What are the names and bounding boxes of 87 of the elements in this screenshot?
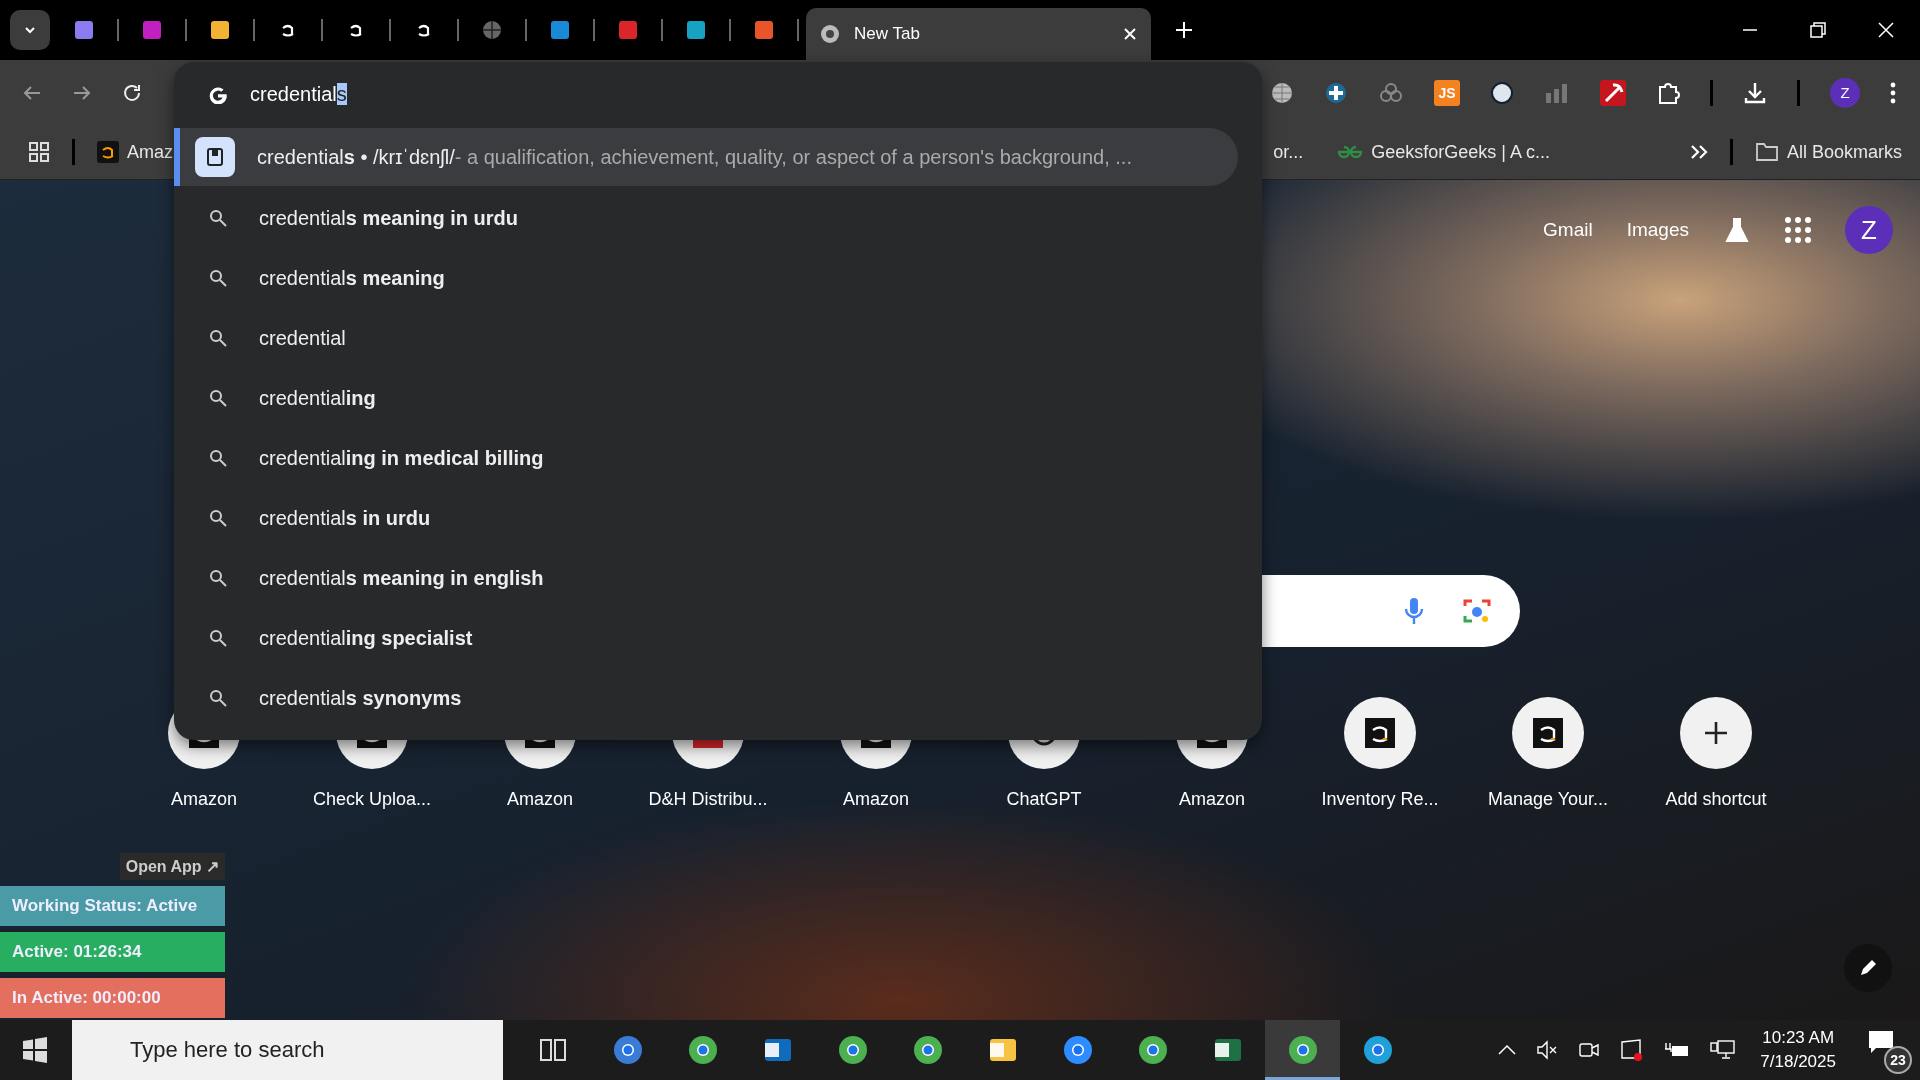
download-icon[interactable] [1743, 80, 1767, 105]
status-bar: Working Status: Active [0, 886, 225, 926]
pickaxe-icon[interactable] [1600, 79, 1626, 106]
puzzle-cross-icon[interactable] [1324, 80, 1348, 105]
dictionary-icon [195, 137, 235, 177]
reload-icon[interactable] [122, 82, 142, 103]
shortcut-tile[interactable]: Inventory Re... [1296, 697, 1464, 810]
browser-icon [911, 1034, 944, 1066]
edit-button[interactable] [1844, 944, 1892, 992]
site-logo-icon [617, 19, 639, 41]
header-link[interactable]: Images [1626, 219, 1689, 241]
suggestion-item[interactable]: credential [174, 308, 1262, 368]
shortcut-tile[interactable]: Manage Your... [1464, 697, 1632, 810]
status-bar: Active: 01:26:34 [0, 932, 225, 972]
windows-start-icon[interactable] [22, 1037, 48, 1063]
shortcut-tile[interactable]: Add shortcut [1632, 697, 1800, 810]
site-logo-icon [549, 19, 571, 41]
site-logo-icon [209, 19, 231, 41]
search-icon [209, 449, 227, 467]
suggestion-item[interactable]: credentials meaning in english [174, 548, 1262, 608]
search-icon [209, 269, 227, 287]
address-field[interactable]: credentials [250, 82, 347, 106]
google-logo-icon [208, 84, 228, 104]
suggestion-item[interactable]: credentials in urdu [174, 488, 1262, 548]
search-icon [209, 569, 227, 587]
more-menu-icon[interactable] [1890, 81, 1896, 104]
suggestion-item[interactable]: credentials meaning [174, 248, 1262, 308]
status-bar: In Active: 00:00:00 [0, 978, 225, 1018]
site-logo-icon [753, 19, 775, 41]
tab-title: New Tab [854, 24, 921, 44]
browser-icon [1136, 1034, 1169, 1066]
microphone-icon[interactable] [1404, 596, 1424, 626]
close-icon[interactable] [1878, 22, 1894, 38]
chevron-up-icon[interactable] [1498, 1044, 1517, 1056]
account-avatar[interactable]: Z [1845, 206, 1893, 254]
gfg-logo-icon [1337, 144, 1364, 160]
browser-icon [1286, 1034, 1319, 1066]
browser-icon [1361, 1034, 1394, 1066]
suggestion-item[interactable]: credentials synonyms [174, 668, 1262, 728]
sync-icon[interactable] [1620, 1038, 1645, 1062]
search-field[interactable]: Type here to search [72, 1020, 503, 1080]
amazon-logo-icon [97, 141, 119, 163]
apps-grid-icon[interactable] [1785, 217, 1811, 243]
open-app-link[interactable]: Open App ↗ [119, 853, 225, 880]
notification-badge: 23 [1884, 1046, 1912, 1074]
site-logo-icon [685, 19, 707, 41]
search-icon [209, 629, 227, 647]
extensions-icon[interactable] [1656, 80, 1680, 105]
pencil-icon [1858, 958, 1878, 978]
close-icon[interactable] [1123, 27, 1137, 41]
suggestion-item[interactable]: credentialing in medical billing [174, 428, 1262, 488]
bookmark-link[interactable]: GeeksforGeeks | A c... [1337, 141, 1550, 163]
search-icon [209, 209, 227, 227]
search-icon [209, 509, 227, 527]
network-icon[interactable] [1710, 1039, 1737, 1061]
bookmark-link[interactable]: or... [1273, 141, 1304, 163]
clock-date[interactable]: 7/18/2025 [1760, 1052, 1836, 1072]
rings-icon[interactable] [1378, 80, 1404, 105]
header-link[interactable]: Gmail [1543, 219, 1593, 241]
restore-icon[interactable] [1810, 22, 1826, 38]
all-bookmarks-button[interactable]: All Bookmarks [1754, 141, 1902, 163]
circle-icon[interactable] [1490, 80, 1514, 105]
speaker-muted-icon[interactable] [1536, 1040, 1559, 1060]
apps-grid-icon[interactable] [28, 141, 50, 163]
clock-time[interactable]: 10:23 AM [1762, 1028, 1835, 1048]
suggestion-item[interactable]: credentials • /krɪˈdɛnʃl/- a qualification, achievement, quality, or aspect of a person's background, ... [174, 128, 1238, 186]
flask-icon[interactable] [1723, 216, 1751, 244]
browser-tab[interactable]: New Tab [806, 8, 1151, 60]
globe-icon [481, 19, 503, 41]
battery-icon[interactable] [1664, 1041, 1691, 1059]
suggestion-item[interactable]: credentialing specialist [174, 608, 1262, 668]
globe-icon[interactable] [1270, 80, 1294, 105]
site-logo-icon [141, 19, 163, 41]
browser-icon [836, 1034, 869, 1066]
double-chevron-icon[interactable] [1689, 144, 1708, 160]
site-logo-icon [73, 19, 95, 41]
bookmark-link[interactable]: Amaz [97, 141, 173, 163]
tab-search-button[interactable] [10, 10, 50, 50]
suggestion-item[interactable]: credentialing [174, 368, 1262, 428]
search-icon [209, 689, 227, 707]
notification-icon[interactable] [1868, 1030, 1894, 1054]
search-icon [209, 329, 227, 347]
browser-icon [686, 1034, 719, 1066]
new-tab-icon[interactable] [1175, 21, 1193, 39]
suggestion-item[interactable]: credentials meaning in urdu [174, 188, 1262, 248]
search-icon [209, 389, 227, 407]
profile-avatar[interactable]: Z [1830, 77, 1860, 108]
